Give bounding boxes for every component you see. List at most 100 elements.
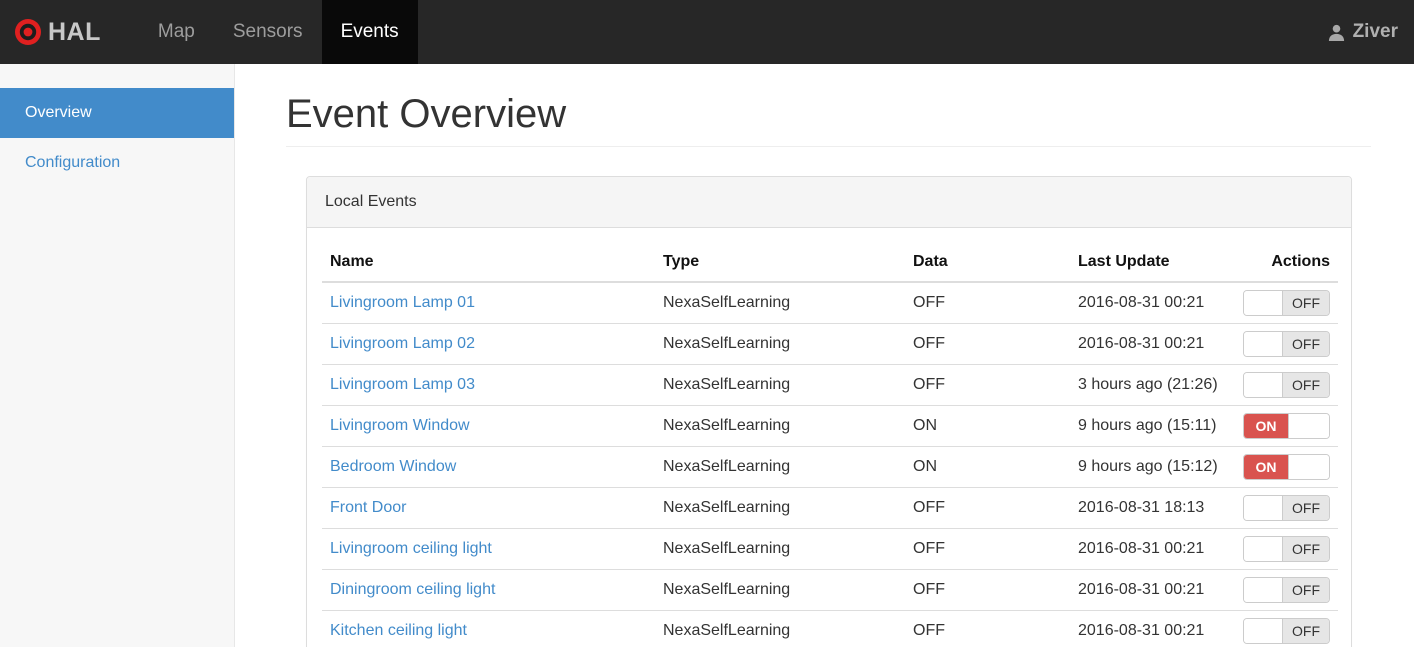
device-last-update-cell: 9 hours ago (15:11) <box>1070 405 1232 447</box>
toggle-switch[interactable]: OFF <box>1243 331 1330 357</box>
device-data-cell: OFF <box>913 294 945 311</box>
device-type-cell: NexaSelfLearning <box>655 323 905 365</box>
toggle-knob <box>1244 496 1283 520</box>
device-name-link[interactable]: Front Door <box>330 499 406 516</box>
sidebar: Overview Configuration <box>0 64 235 647</box>
device-name-link[interactable]: Livingroom Lamp 01 <box>330 294 475 311</box>
toggle-knob <box>1244 578 1283 602</box>
toggle-switch[interactable]: ON <box>1243 413 1330 439</box>
device-data-cell: ON <box>905 446 1070 488</box>
device-data-cell: OFF <box>905 323 1070 365</box>
toggle-switch[interactable]: ON <box>1243 454 1330 480</box>
device-type-cell: NexaSelfLearning <box>655 487 905 529</box>
table-header-row: Name Type Data Last Update Actions <box>322 243 1338 283</box>
nav-item-map[interactable]: Map <box>139 0 214 64</box>
device-data-cell: OFF <box>905 487 1070 529</box>
sidebar-item-configuration[interactable]: Configuration <box>0 138 234 188</box>
toggle-state-label: OFF <box>1283 619 1329 643</box>
device-data-cell: OFF <box>905 528 1070 570</box>
device-type-cell: NexaSelfLearning <box>663 294 791 311</box>
column-header-type: Type <box>655 243 905 283</box>
device-last-update-cell: 9 hours ago (15:12) <box>1070 446 1232 488</box>
toggle-knob <box>1244 619 1283 643</box>
user-menu[interactable]: Ziver <box>1311 0 1414 64</box>
nav-item-events[interactable]: Events <box>321 0 418 64</box>
toggle-state-label: OFF <box>1283 578 1329 602</box>
device-last-update-cell: 2016-08-31 00:21 <box>1070 528 1232 570</box>
toggle-switch[interactable]: OFF <box>1243 618 1330 644</box>
toggle-knob <box>1244 332 1283 356</box>
toggle-switch[interactable]: OFF <box>1243 577 1330 603</box>
device-last-update-cell: 2016-08-31 00:21 <box>1070 610 1232 647</box>
page-title: Event Overview <box>286 92 567 136</box>
navbar-menu: Map Sensors Events <box>139 0 418 64</box>
brand-label: HAL <box>48 17 101 46</box>
toggle-switch[interactable]: OFF <box>1243 290 1330 316</box>
panel-body: Name Type Data Last Update Actions Livin… <box>307 228 1351 647</box>
table-row: Livingroom Lamp 02 NexaSelfLearning OFF … <box>322 323 1338 365</box>
toggle-switch[interactable]: OFF <box>1243 495 1330 521</box>
column-header-actions: Actions <box>1232 243 1338 283</box>
device-last-update-cell: 2016-08-31 00:21 <box>1070 569 1232 611</box>
table-row: Livingroom Window NexaSelfLearning ON 9 … <box>322 405 1338 447</box>
toggle-state-label: OFF <box>1283 537 1329 561</box>
device-name-link[interactable]: Diningroom ceiling light <box>330 581 495 598</box>
device-data-cell: OFF <box>905 364 1070 406</box>
top-navbar: HAL Map Sensors Events Ziver <box>0 0 1414 64</box>
toggle-switch[interactable]: OFF <box>1243 536 1330 562</box>
table-row: Livingroom Lamp 01 NexaSelfLearning OFF … <box>322 282 1338 324</box>
table-row: Livingroom Lamp 03 NexaSelfLearning OFF … <box>322 364 1338 406</box>
device-data-cell: OFF <box>905 610 1070 647</box>
device-last-update-cell: 3 hours ago (21:26) <box>1070 364 1232 406</box>
nav-item-sensors[interactable]: Sensors <box>214 0 322 64</box>
device-last-update-cell: 2016-08-31 00:21 <box>1078 294 1205 311</box>
device-name-link[interactable]: Livingroom Lamp 03 <box>330 376 475 393</box>
device-data-cell: ON <box>905 405 1070 447</box>
device-type-cell: NexaSelfLearning <box>655 446 905 488</box>
events-table: Name Type Data Last Update Actions Livin… <box>322 243 1338 647</box>
table-body: Livingroom Lamp 01 NexaSelfLearning OFF … <box>322 282 1338 647</box>
title-divider <box>286 146 1371 147</box>
toggle-state-label: OFF <box>1283 496 1329 520</box>
toggle-knob <box>1244 373 1283 397</box>
toggle-knob <box>1288 414 1329 438</box>
column-header-last-update: Last Update <box>1070 243 1232 283</box>
device-type-cell: NexaSelfLearning <box>655 569 905 611</box>
device-last-update-cell: 2016-08-31 00:21 <box>1070 323 1232 365</box>
device-type-cell: NexaSelfLearning <box>655 610 905 647</box>
device-type-cell: NexaSelfLearning <box>655 364 905 406</box>
toggle-switch[interactable]: OFF <box>1243 372 1330 398</box>
table-row: Diningroom ceiling light NexaSelfLearnin… <box>322 569 1338 611</box>
toggle-knob <box>1288 455 1329 479</box>
device-data-cell: OFF <box>905 569 1070 611</box>
toggle-state-label: OFF <box>1283 332 1329 356</box>
device-last-update-cell: 2016-08-31 18:13 <box>1070 487 1232 529</box>
device-type-cell: NexaSelfLearning <box>655 528 905 570</box>
brand-link[interactable]: HAL <box>0 0 117 64</box>
toggle-knob <box>1244 291 1283 315</box>
sidebar-item-overview[interactable]: Overview <box>0 88 234 138</box>
column-header-name: Name <box>322 243 655 283</box>
toggle-state-label: ON <box>1244 414 1288 438</box>
table-row: Front Door NexaSelfLearning OFF 2016-08-… <box>322 487 1338 529</box>
device-name-link[interactable]: Livingroom ceiling light <box>330 540 492 557</box>
device-name-link[interactable]: Bedroom Window <box>330 458 456 475</box>
toggle-state-label: OFF <box>1283 373 1329 397</box>
device-type-cell: NexaSelfLearning <box>655 405 905 447</box>
device-name-link[interactable]: Livingroom Window <box>330 417 470 434</box>
bullseye-icon <box>15 19 41 45</box>
column-header-data: Data <box>905 243 1070 283</box>
toggle-state-label: OFF <box>1283 291 1329 315</box>
toggle-knob <box>1244 537 1283 561</box>
person-icon <box>1328 24 1344 41</box>
table-row: Kitchen ceiling light NexaSelfLearning O… <box>322 610 1338 647</box>
table-row: Livingroom ceiling light NexaSelfLearnin… <box>322 528 1338 570</box>
device-name-link[interactable]: Kitchen ceiling light <box>330 622 467 639</box>
user-name: Ziver <box>1352 21 1398 42</box>
device-name-link[interactable]: Livingroom Lamp 02 <box>330 335 475 352</box>
table-row: Bedroom Window NexaSelfLearning ON 9 hou… <box>322 446 1338 488</box>
main-content: Event Overview Local Events Name Type Da… <box>235 64 1414 647</box>
panel-title: Local Events <box>307 177 1351 228</box>
toggle-state-label: ON <box>1244 455 1288 479</box>
local-events-panel: Local Events Name Type Data Last Update … <box>306 176 1352 647</box>
